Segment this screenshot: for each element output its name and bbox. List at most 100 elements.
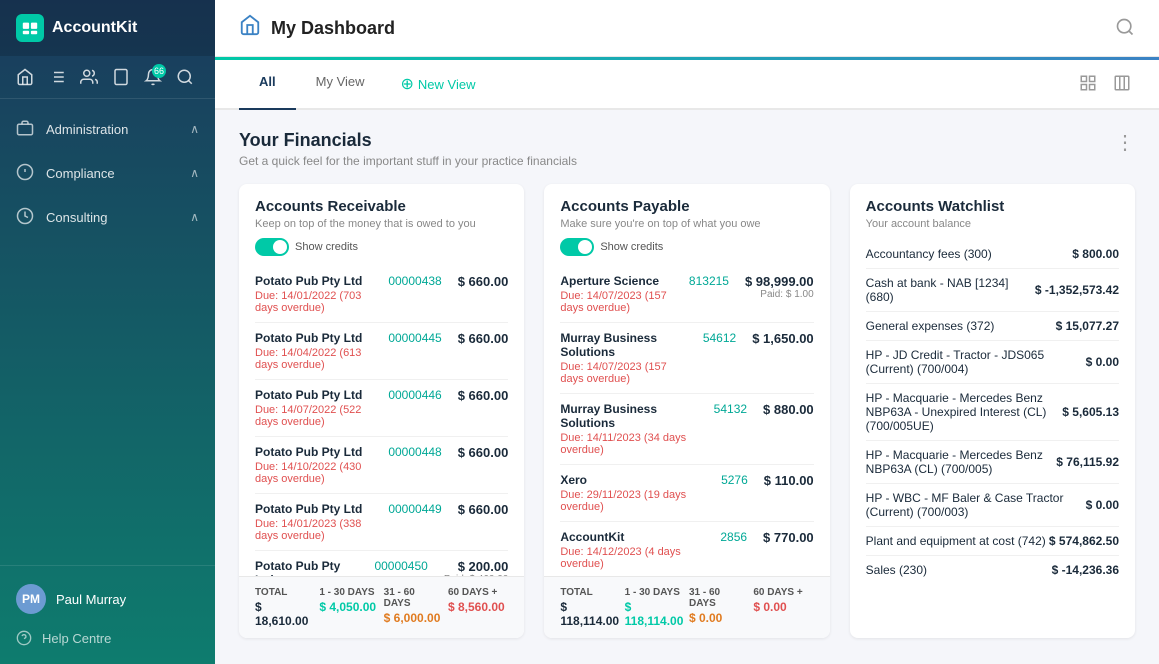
ap-panel-header: Accounts Payable Make sure you're on top… [544, 184, 829, 266]
aw-row-1: Cash at bank - NAB [1234] (680) $ -1,352… [866, 269, 1119, 312]
tabs: All My View ⊕ New View [239, 60, 491, 108]
ar-subtitle: Keep on top of the money that is owed to… [255, 218, 476, 230]
ar-panel-body: Potato Pub Pty LtdDue: 14/01/2022 (703 d… [239, 266, 524, 576]
search-icon[interactable] [176, 68, 194, 86]
consulting-label-text: Consulting [46, 210, 107, 225]
section-subtitle: Get a quick feel for the important stuff… [239, 154, 577, 168]
ar-code-3[interactable]: 00000448 [388, 445, 441, 459]
ap-code-2[interactable]: 54132 [714, 402, 747, 416]
help-centre[interactable]: Help Centre [16, 624, 199, 652]
accounts-watchlist-panel: Accounts Watchlist Your account balance … [850, 184, 1135, 638]
ap-title: Accounts Payable [560, 198, 760, 215]
ar-code-4[interactable]: 00000449 [388, 502, 441, 516]
ar-row-3: Potato Pub Pty LtdDue: 14/10/2022 (430 d… [255, 437, 508, 494]
ar-row-5: Potato Pub Pty LtdDue: 14/04/2023 (248 d… [255, 551, 508, 576]
tabs-bar: All My View ⊕ New View [215, 60, 1159, 110]
ar-code-2[interactable]: 00000446 [388, 388, 441, 402]
compliance-chevron: ∧ [190, 166, 199, 180]
ar-row-0: Potato Pub Pty LtdDue: 14/01/2022 (703 d… [255, 266, 508, 323]
aw-subtitle: Your account balance [866, 218, 1119, 230]
dashboard-home-icon [239, 14, 261, 42]
avatar: PM [16, 584, 46, 614]
ap-subtitle: Make sure you're on top of what you owe [560, 218, 760, 230]
financials-grid: Accounts Receivable Keep on top of the m… [239, 184, 1135, 638]
sidebar-icon-bar: 66 [0, 56, 215, 99]
header-search-icon[interactable] [1115, 17, 1135, 40]
dashboard-content: Your Financials Get a quick feel for the… [215, 110, 1159, 664]
aw-row-5: HP - Macquarie - Mercedes Benz NBP63A (C… [866, 441, 1119, 484]
ap-footer: TOTAL $ 118,114.00 1 - 30 DAYS $ 118,114… [544, 576, 829, 638]
tab-new-view[interactable]: ⊕ New View [385, 60, 492, 108]
sidebar-nav: Accounts Receivable Administration ∧ Com… [0, 99, 215, 565]
tab-my-view[interactable]: My View [296, 60, 385, 110]
ap-panel-body: Aperture ScienceDue: 14/07/2023 (157 day… [544, 266, 829, 576]
accounts-receivable-panel: Accounts Receivable Keep on top of the m… [239, 184, 524, 638]
aw-row-0: Accountancy fees (300) $ 800.00 [866, 240, 1119, 269]
section-title: Your Financials [239, 130, 577, 151]
ap-row-3: XeroDue: 29/11/2023 (19 days overdue) 52… [560, 465, 813, 522]
ar-code-5[interactable]: 00000450 [374, 559, 427, 573]
aw-row-4: HP - Macquarie - Mercedes Benz NBP63A - … [866, 384, 1119, 441]
ar-row-4: Potato Pub Pty LtdDue: 14/01/2023 (338 d… [255, 494, 508, 551]
aw-row-6: HP - WBC - MF Baler & Case Tractor (Curr… [866, 484, 1119, 527]
ap-show-credits-label: Show credits [600, 241, 663, 253]
ap-show-credits-toggle[interactable] [560, 238, 594, 256]
ar-code-1[interactable]: 00000445 [388, 331, 441, 345]
ar-show-credits-toggle[interactable] [255, 238, 289, 256]
notifications-icon[interactable]: 66 [144, 68, 162, 86]
page-title: My Dashboard [271, 18, 395, 39]
ar-title: Accounts Receivable [255, 198, 476, 215]
administration-icon [16, 119, 36, 139]
tab-all[interactable]: All [239, 60, 296, 110]
help-label: Help Centre [42, 631, 111, 646]
ap-code-0[interactable]: 813215 [689, 274, 729, 288]
aw-row-3: HP - JD Credit - Tractor - JDS065 (Curre… [866, 341, 1119, 384]
plus-icon: ⊕ [401, 74, 414, 94]
ap-row-0: Aperture ScienceDue: 14/07/2023 (157 day… [560, 266, 813, 323]
consulting-icon [16, 207, 36, 227]
sidebar-item-consulting[interactable]: Consulting ∧ [0, 195, 215, 239]
ar-code-0[interactable]: 00000438 [388, 274, 441, 288]
ap-code-3[interactable]: 5276 [721, 473, 748, 487]
ar-show-credits-label: Show credits [295, 241, 358, 253]
consulting-chevron: ∧ [190, 210, 199, 224]
ar-row-2: Potato Pub Pty LtdDue: 14/07/2022 (522 d… [255, 380, 508, 437]
ap-code-4[interactable]: 2856 [720, 530, 747, 544]
compliance-label-text: Compliance [46, 166, 115, 181]
view-toggle-icons [1075, 70, 1135, 99]
columns-view-icon[interactable] [1109, 70, 1135, 99]
main-header: My Dashboard [215, 0, 1159, 57]
main-content: My Dashboard All My View ⊕ New View [215, 0, 1159, 664]
logo-icon [16, 14, 44, 42]
ar-row-1: Potato Pub Pty LtdDue: 14/04/2022 (613 d… [255, 323, 508, 380]
compliance-icon [16, 163, 36, 183]
grid-view-icon[interactable] [1075, 70, 1101, 99]
notification-badge: 66 [152, 64, 166, 78]
sidebar-logo: AccountKit [0, 0, 215, 56]
sidebar-item-administration[interactable]: Accounts Receivable Administration ∧ [0, 107, 215, 151]
user-profile[interactable]: PM Paul Murray [16, 578, 199, 620]
accounts-payable-panel: Accounts Payable Make sure you're on top… [544, 184, 829, 638]
ap-code-1[interactable]: 54612 [703, 331, 736, 345]
sidebar-item-compliance[interactable]: Compliance ∧ [0, 151, 215, 195]
aw-row-2: General expenses (372) $ 15,077.27 [866, 312, 1119, 341]
app-name: AccountKit [52, 19, 137, 37]
sidebar: AccountKit 66 Accounts Receiv [0, 0, 215, 664]
list-icon[interactable] [48, 68, 66, 86]
ar-panel-header: Accounts Receivable Keep on top of the m… [239, 184, 524, 266]
ap-row-4: AccountKitDue: 14/12/2023 (4 days overdu… [560, 522, 813, 576]
aw-row-8: Sales (230) $ -14,236.36 [866, 556, 1119, 584]
aw-row-7: Plant and equipment at cost (742) $ 574,… [866, 527, 1119, 556]
tablet-icon[interactable] [112, 68, 130, 86]
ap-row-1: Murray Business SolutionsDue: 14/07/2023… [560, 323, 813, 394]
administration-label-text: Administration [46, 122, 128, 137]
aw-panel-header: Accounts Watchlist Your account balance [850, 184, 1135, 240]
section-menu-icon[interactable]: ⋮ [1115, 130, 1135, 155]
users-icon[interactable] [80, 68, 98, 86]
ap-row-2: Murray Business SolutionsDue: 14/11/2023… [560, 394, 813, 465]
user-name: Paul Murray [56, 592, 126, 607]
section-header: Your Financials Get a quick feel for the… [239, 130, 1135, 168]
home-icon[interactable] [16, 68, 34, 86]
aw-title: Accounts Watchlist [866, 198, 1119, 215]
new-view-label: New View [418, 77, 476, 92]
